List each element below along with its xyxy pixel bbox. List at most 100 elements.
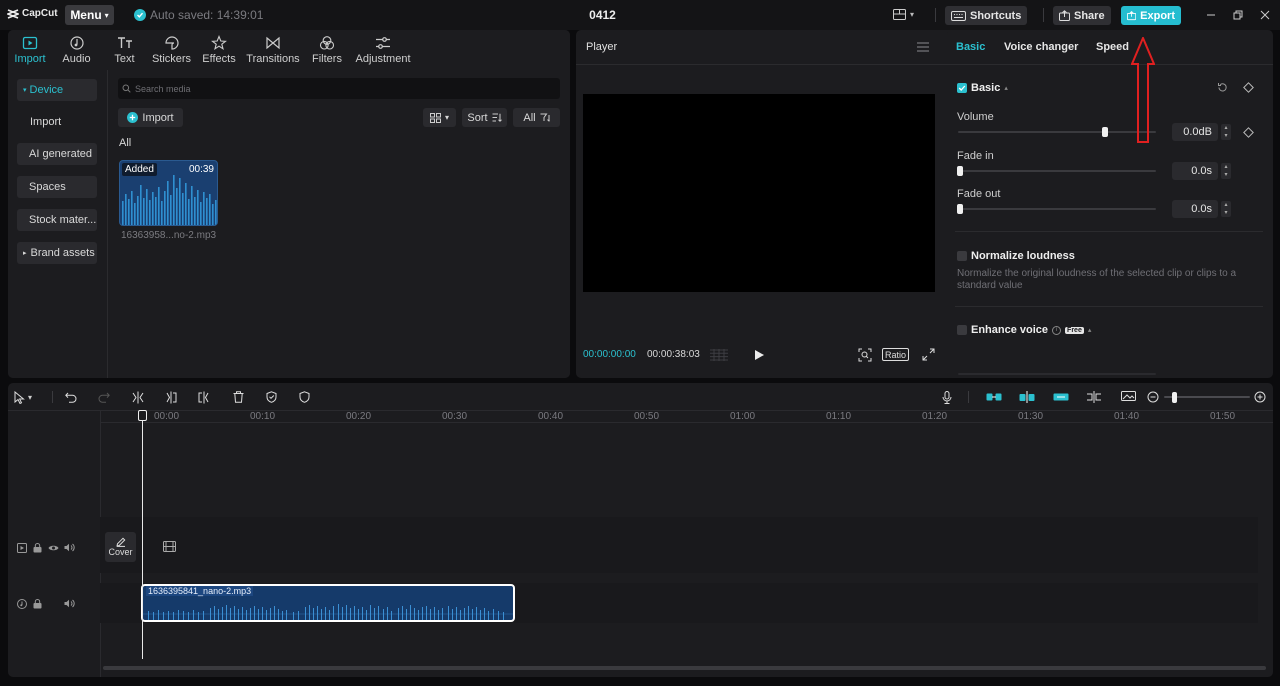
reset-button[interactable] bbox=[1217, 82, 1228, 96]
chevron-down-icon: ▾ bbox=[23, 87, 27, 94]
magnet-link-icon bbox=[986, 393, 1002, 401]
player-panel: Player 00:00:00:00 00:00:38:03 Ratio bbox=[576, 30, 970, 378]
sidebar-item-spaces[interactable]: Spaces bbox=[17, 176, 97, 198]
redo-button[interactable] bbox=[96, 389, 112, 405]
time-ruler[interactable]: 00:00 00:10 00:20 00:30 00:40 00:50 01:0… bbox=[100, 407, 1273, 423]
zoom-out-button[interactable] bbox=[1145, 389, 1161, 405]
menu-button[interactable]: Menu ▾ bbox=[65, 5, 114, 25]
zoom-slider-handle[interactable] bbox=[1172, 392, 1177, 403]
delete-button[interactable] bbox=[230, 389, 246, 405]
linkage-button[interactable] bbox=[1053, 389, 1069, 405]
record-voice-button[interactable] bbox=[939, 389, 955, 405]
tab-text[interactable]: Text bbox=[101, 30, 148, 70]
preview-axis-button[interactable] bbox=[1086, 389, 1102, 405]
keyframe-button[interactable] bbox=[1243, 82, 1254, 96]
mark-button[interactable] bbox=[263, 389, 279, 405]
volume-icon[interactable] bbox=[64, 542, 75, 553]
basic-checkbox[interactable] bbox=[957, 83, 967, 93]
sort-button[interactable]: Sort bbox=[462, 108, 507, 127]
tab-filters[interactable]: Filters bbox=[303, 30, 351, 70]
ratio-button[interactable]: Ratio bbox=[882, 348, 910, 361]
close-button[interactable] bbox=[1259, 9, 1271, 21]
fade-in-slider-handle[interactable] bbox=[957, 166, 963, 176]
enhance-voice-option[interactable]: Enhance voice i Free ▴ bbox=[957, 324, 1091, 336]
volume-keyframe-button[interactable] bbox=[1243, 127, 1254, 141]
cover-button[interactable]: Cover bbox=[105, 532, 136, 562]
view-mode-button[interactable]: ▾ bbox=[423, 108, 456, 127]
volume-input[interactable]: 0.0dB bbox=[1172, 123, 1218, 141]
tab-transitions[interactable]: Transitions bbox=[243, 30, 303, 70]
main-track-magnet-button[interactable] bbox=[986, 389, 1002, 405]
undo-button[interactable] bbox=[63, 389, 79, 405]
fade-out-stepper[interactable]: ▴ ▾ bbox=[1221, 201, 1231, 217]
player-menu-button[interactable] bbox=[917, 42, 929, 55]
playhead-handle[interactable] bbox=[138, 410, 147, 421]
normalize-checkbox[interactable] bbox=[957, 251, 967, 261]
project-title[interactable]: 0412 bbox=[560, 8, 645, 22]
tab-effects[interactable]: Effects bbox=[195, 30, 243, 70]
volume-stepper[interactable]: ▴ ▾ bbox=[1221, 124, 1231, 140]
delete-left-button[interactable] bbox=[163, 389, 179, 405]
redo-icon bbox=[98, 392, 110, 403]
audio-track-icon bbox=[17, 598, 27, 609]
restore-button[interactable] bbox=[1232, 9, 1244, 21]
sidebar-item-brand-assets[interactable]: ▸ Brand assets bbox=[17, 242, 97, 264]
effects-icon bbox=[211, 35, 227, 51]
share-button[interactable]: Share bbox=[1053, 6, 1111, 25]
tab-basic[interactable]: Basic bbox=[956, 41, 985, 53]
fade-out-input[interactable]: 0.0s bbox=[1172, 200, 1218, 218]
timecode-toggle[interactable] bbox=[710, 349, 728, 364]
fullscreen-button[interactable] bbox=[922, 348, 935, 364]
layout-button[interactable]: ▾ bbox=[893, 9, 914, 20]
lock-icon[interactable] bbox=[32, 542, 43, 553]
fade-out-slider[interactable] bbox=[958, 208, 1156, 210]
video-preview[interactable] bbox=[583, 94, 935, 292]
playhead[interactable] bbox=[142, 411, 143, 659]
split-button[interactable] bbox=[130, 389, 146, 405]
export-button[interactable]: Export bbox=[1121, 6, 1181, 25]
volume-slider[interactable] bbox=[958, 131, 1156, 133]
tab-adjustment[interactable]: Adjustment bbox=[351, 30, 415, 70]
fade-in-slider[interactable] bbox=[958, 170, 1156, 172]
sidebar-item-ai-generated[interactable]: AI generated bbox=[17, 143, 97, 165]
volume-slider-handle[interactable] bbox=[1102, 127, 1108, 137]
tab-stickers[interactable]: Stickers bbox=[148, 30, 195, 70]
delete-right-button[interactable] bbox=[196, 389, 212, 405]
select-tool-button[interactable]: ▾ bbox=[14, 389, 42, 405]
filter-button[interactable]: All bbox=[513, 108, 560, 127]
import-icon bbox=[22, 36, 38, 50]
search-input[interactable]: Search media bbox=[118, 78, 560, 99]
undo-icon bbox=[65, 392, 77, 403]
tab-voice-changer[interactable]: Voice changer bbox=[1004, 41, 1078, 53]
volume-icon[interactable] bbox=[64, 598, 75, 609]
shortcuts-button[interactable]: Shortcuts bbox=[945, 6, 1028, 25]
thumbnail-toggle-button[interactable] bbox=[1120, 389, 1136, 405]
fade-out-slider-handle[interactable] bbox=[957, 204, 963, 214]
import-button[interactable]: Import bbox=[118, 108, 183, 127]
visibility-icon[interactable] bbox=[48, 542, 59, 553]
sidebar-item-device[interactable]: ▾ Device bbox=[17, 79, 97, 101]
video-track-lane[interactable] bbox=[100, 517, 1258, 573]
tab-audio[interactable]: Audio bbox=[52, 30, 101, 70]
sidebar-item-stock-material[interactable]: Stock mater... bbox=[17, 209, 97, 231]
normalize-loudness-option[interactable]: Normalize loudness bbox=[957, 250, 1075, 262]
fade-in-input[interactable]: 0.0s bbox=[1172, 162, 1218, 180]
zoom-preview-button[interactable] bbox=[858, 348, 872, 365]
video-track-icon bbox=[17, 542, 27, 553]
minimize-button[interactable] bbox=[1205, 9, 1217, 21]
media-item-thumbnail[interactable]: Added 00:39 bbox=[119, 160, 218, 226]
enhance-checkbox[interactable] bbox=[957, 325, 967, 335]
sidebar-item-import[interactable]: Import bbox=[17, 111, 97, 133]
freeze-button[interactable] bbox=[296, 389, 312, 405]
tab-import[interactable]: Import bbox=[8, 30, 52, 70]
tab-speed[interactable]: Speed bbox=[1096, 41, 1129, 53]
horizontal-scrollbar[interactable] bbox=[103, 666, 1266, 670]
fade-in-stepper[interactable]: ▴ ▾ bbox=[1221, 163, 1231, 179]
audio-clip[interactable]: 1636395841_nano-2.mp3 bbox=[141, 584, 515, 622]
auto-snap-button[interactable] bbox=[1019, 389, 1035, 405]
lock-icon[interactable] bbox=[32, 598, 43, 609]
basic-section-header[interactable]: Basic ▴ bbox=[957, 82, 1008, 94]
play-button[interactable] bbox=[754, 349, 765, 364]
zoom-in-button[interactable] bbox=[1252, 389, 1268, 405]
export-label: Export bbox=[1140, 9, 1175, 22]
